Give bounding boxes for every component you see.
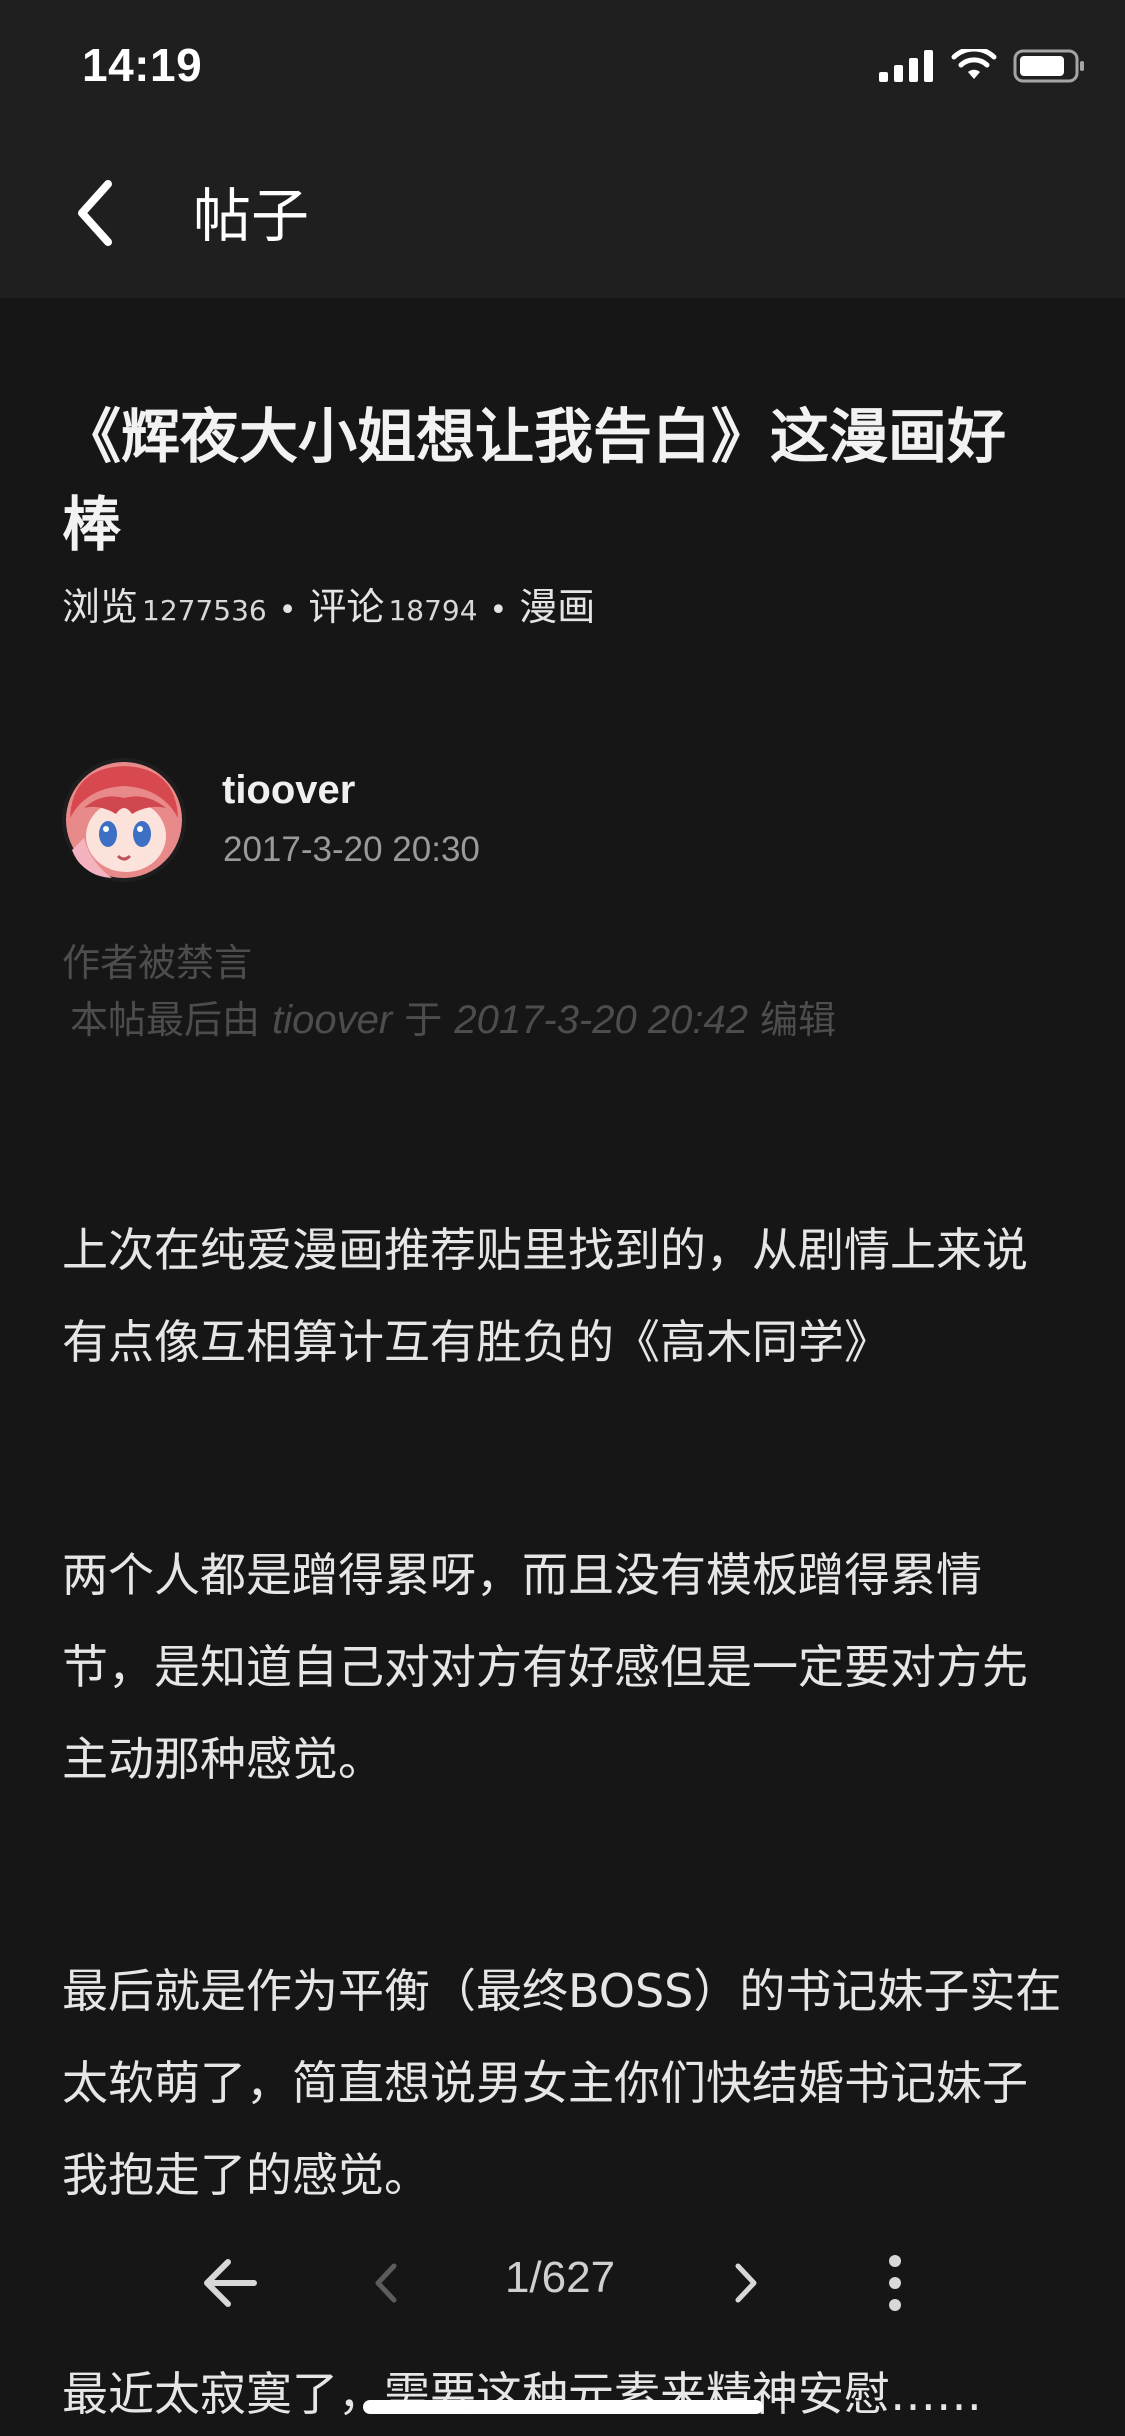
more-button[interactable] [870, 2245, 920, 2325]
home-indicator[interactable] [363, 2400, 763, 2414]
wifi-icon [951, 46, 997, 87]
back-arrow-button[interactable] [195, 2245, 265, 2325]
page-indicator[interactable]: 1/627 [480, 2253, 640, 2303]
post-paragraph: 两个人都是蹭得累呀，而且没有模板蹭得累情节，是知道自己对对方有好感但是一定要对方… [62, 1548, 1028, 1786]
status-icons [879, 46, 1085, 88]
status-time: 14:19 [82, 39, 203, 91]
edit-note-time: 2017-3-20 20:42 [454, 998, 748, 1042]
views-count: 1277536 [142, 594, 267, 627]
post-meta: 浏览 1277536 • 评论 18794 • 漫画 [62, 584, 595, 634]
edit-note: 本帖最后由 tioover 于 2017-3-20 20:42 编辑 [70, 991, 836, 1049]
avatar[interactable] [62, 758, 186, 882]
signal-icon [879, 50, 935, 86]
page-title: 帖子 [193, 182, 310, 250]
more-vertical-icon [885, 2253, 905, 2317]
arrow-left-icon [202, 2257, 258, 2313]
author-name[interactable]: tioover [222, 768, 355, 813]
top-bar: 14:19 帖子 [0, 0, 1125, 298]
battery-icon [1013, 49, 1085, 87]
edit-note-prefix: 本帖最后由 [70, 998, 261, 1042]
post-content[interactable]: 《辉夜大小姐想让我告白》这漫画好棒 浏览 1277536 • 评论 18794 • 漫画 [0, 298, 1125, 2436]
post-paragraph: 上次在纯爱漫画推荐贴里找到的，从剧情上来说有点像互相算计互有胜负的《高木同学》 [62, 1223, 1028, 1369]
prev-page-button[interactable] [355, 2245, 415, 2325]
chevron-right-icon [732, 2260, 762, 2310]
back-button[interactable] [50, 170, 140, 260]
edit-note-middle: 于 [404, 998, 443, 1042]
comments-label: 评论 [308, 585, 385, 629]
bottom-toolbar: 1/627 [0, 2215, 1125, 2365]
chevron-left-icon [370, 2260, 400, 2310]
nav-bar: 帖子 [0, 160, 1125, 280]
edit-note-suffix: 编辑 [760, 998, 837, 1042]
views-label: 浏览 [62, 585, 139, 629]
banned-notice: 作者被禁言 [62, 941, 253, 985]
post-title: 《辉夜大小姐想让我告白》这漫画好棒 [62, 402, 1007, 559]
chevron-left-icon [70, 178, 120, 252]
post-date: 2017-3-20 20:30 [223, 830, 480, 869]
meta-separator: • [278, 593, 297, 628]
comments-count: 18794 [388, 594, 478, 627]
author-block: tioover 2017-3-20 20:30 [62, 758, 1062, 888]
edit-note-user: tioover [272, 998, 393, 1042]
meta-separator: • [489, 593, 508, 628]
app-screen: 14:19 帖子 《辉夜大小姐想让我告白》这漫画好棒 浏览 1277536 • … [0, 0, 1125, 2436]
next-page-button[interactable] [717, 2245, 777, 2325]
category-label[interactable]: 漫画 [519, 585, 595, 629]
post-paragraph: 最后就是作为平衡（最终BOSS）的书记妹子实在太软萌了，简直想说男女主你们快结婚… [62, 1964, 1062, 2202]
